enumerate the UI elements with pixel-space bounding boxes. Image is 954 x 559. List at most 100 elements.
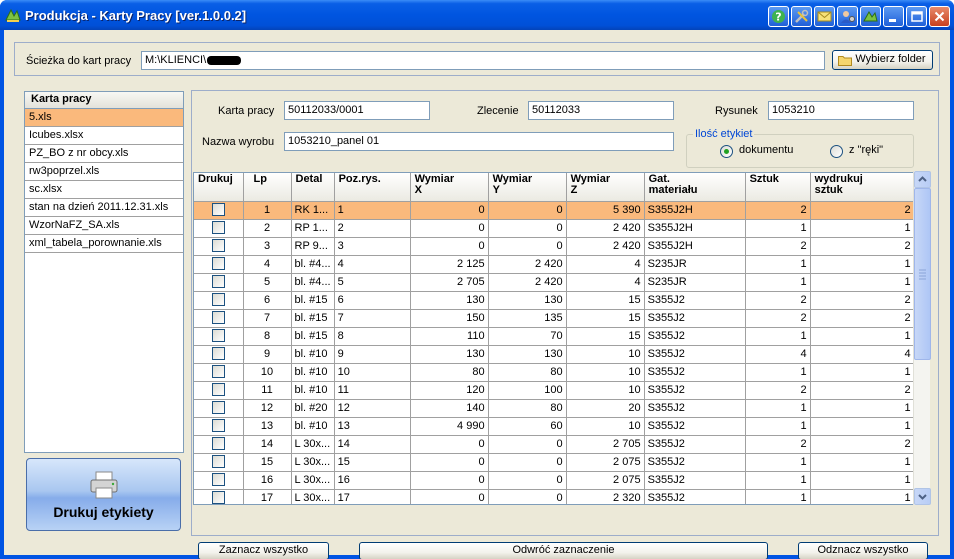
cell-poz[interactable]: 3	[334, 237, 411, 256]
cell-poz[interactable]: 9	[334, 345, 411, 364]
cell-sztuk[interactable]: 2	[745, 309, 811, 328]
cell-sztuk[interactable]: 4	[745, 345, 811, 364]
cell-poz[interactable]: 11	[334, 381, 411, 400]
cell-wymiar-x[interactable]: 130	[410, 291, 489, 310]
col-wydrukuj[interactable]: wydrukuj sztuk	[810, 173, 915, 202]
cell-wymiar-z[interactable]: 15	[566, 309, 645, 328]
cell-wymiar-y[interactable]: 0	[488, 435, 567, 454]
cell-wydrukuj[interactable]: 1	[810, 327, 915, 346]
cell-wydrukuj[interactable]: 2	[810, 309, 915, 328]
print-checkbox[interactable]	[211, 239, 225, 253]
col-lp[interactable]: Lp	[243, 173, 292, 202]
scroll-up-button[interactable]	[914, 171, 931, 188]
cell-wydrukuj[interactable]: 1	[810, 273, 915, 292]
cell-wydrukuj[interactable]: 2	[810, 381, 915, 400]
print-checkbox[interactable]	[211, 311, 225, 325]
cell-lp[interactable]: 1	[243, 201, 292, 220]
cell-poz[interactable]: 16	[334, 471, 411, 490]
cell-poz[interactable]: 15	[334, 453, 411, 472]
cell-sztuk[interactable]: 1	[745, 489, 811, 504]
col-drukuj[interactable]: Drukuj	[194, 173, 244, 202]
cell-lp[interactable]: 15	[243, 453, 292, 472]
user-button[interactable]	[837, 6, 858, 27]
cell-wymiar-x[interactable]: 150	[410, 309, 489, 328]
tools-button[interactable]	[791, 6, 812, 27]
cell-material[interactable]: S355J2	[644, 453, 746, 472]
cell-wymiar-y[interactable]: 0	[488, 471, 567, 490]
cell-poz[interactable]: 13	[334, 417, 411, 436]
rysunek-field[interactable]: 1053210	[768, 101, 914, 120]
cell-wymiar-y[interactable]: 0	[488, 453, 567, 472]
cell-wymiar-y[interactable]: 0	[488, 489, 567, 504]
cell-sztuk[interactable]: 2	[745, 435, 811, 454]
file-list-item[interactable]: WzorNaFZ_SA.xls	[25, 217, 183, 235]
col-wymiar-x[interactable]: Wymiar X	[410, 173, 489, 202]
cell-detal[interactable]: bl. #15	[291, 309, 335, 328]
cell-lp[interactable]: 12	[243, 399, 292, 418]
table-row[interactable]: 15 L 30x... 15 0 0 2 075 S355J2 1 1	[194, 453, 915, 472]
cell-wydrukuj[interactable]: 1	[810, 399, 915, 418]
cell-lp[interactable]: 6	[243, 291, 292, 310]
select-all-button[interactable]: Zaznacz wszystko	[198, 542, 329, 559]
cell-material[interactable]: S355J2	[644, 489, 746, 504]
invert-selection-button[interactable]: Odwróć zaznaczenie	[359, 542, 768, 559]
cell-detal[interactable]: bl. #15	[291, 327, 335, 346]
cell-detal[interactable]: RP 1...	[291, 219, 335, 238]
cell-detal[interactable]: bl. #20	[291, 399, 335, 418]
cell-lp[interactable]: 9	[243, 345, 292, 364]
cell-detal[interactable]: bl. #10	[291, 381, 335, 400]
cell-material[interactable]: S355J2	[644, 435, 746, 454]
col-poz[interactable]: Poz.rys.	[334, 173, 411, 202]
table-row[interactable]: 11 bl. #10 11 120 100 10 S355J2 2 2	[194, 381, 915, 400]
cell-wymiar-x[interactable]: 0	[410, 201, 489, 220]
cell-wydrukuj[interactable]: 2	[810, 237, 915, 256]
cell-wymiar-z[interactable]: 10	[566, 417, 645, 436]
cell-sztuk[interactable]: 2	[745, 381, 811, 400]
table-row[interactable]: 14 L 30x... 14 0 0 2 705 S355J2 2 2	[194, 435, 915, 454]
print-checkbox[interactable]	[211, 293, 225, 307]
cell-lp[interactable]: 2	[243, 219, 292, 238]
cell-wymiar-z[interactable]: 2 320	[566, 489, 645, 504]
scroll-thumb[interactable]	[914, 188, 931, 360]
print-checkbox[interactable]	[211, 455, 225, 469]
file-list-item[interactable]: rw3poprzel.xls	[25, 163, 183, 181]
cell-wymiar-z[interactable]: 15	[566, 291, 645, 310]
cell-sztuk[interactable]: 1	[745, 399, 811, 418]
file-list-item[interactable]: xml_tabela_porownanie.xls	[25, 235, 183, 253]
print-checkbox[interactable]	[211, 221, 225, 235]
cell-detal[interactable]: L 30x...	[291, 453, 335, 472]
cell-wymiar-x[interactable]: 0	[410, 435, 489, 454]
cell-material[interactable]: S355J2H	[644, 201, 746, 220]
cell-wymiar-x[interactable]: 0	[410, 453, 489, 472]
path-input[interactable]: M:\KLIENCI\	[141, 51, 825, 70]
cell-wymiar-x[interactable]: 140	[410, 399, 489, 418]
print-checkbox[interactable]	[211, 203, 225, 217]
cell-lp[interactable]: 4	[243, 255, 292, 274]
mail-button[interactable]	[814, 6, 835, 27]
cell-material[interactable]: S355J2	[644, 381, 746, 400]
app-button[interactable]	[860, 6, 881, 27]
cell-wymiar-z[interactable]: 5 390	[566, 201, 645, 220]
cell-wymiar-y[interactable]: 80	[488, 363, 567, 382]
cell-poz[interactable]: 10	[334, 363, 411, 382]
table-row[interactable]: 5 bl. #4... 5 2 705 2 420 4 S235JR 1 1	[194, 273, 915, 292]
cell-wymiar-x[interactable]: 110	[410, 327, 489, 346]
col-wymiar-z[interactable]: Wymiar Z	[566, 173, 645, 202]
cell-sztuk[interactable]: 1	[745, 471, 811, 490]
cell-poz[interactable]: 4	[334, 255, 411, 274]
print-checkbox[interactable]	[211, 329, 225, 343]
cell-wymiar-y[interactable]: 70	[488, 327, 567, 346]
col-sztuk[interactable]: Sztuk	[745, 173, 811, 202]
cell-wymiar-y[interactable]: 80	[488, 399, 567, 418]
cell-wydrukuj[interactable]: 1	[810, 453, 915, 472]
cell-poz[interactable]: 7	[334, 309, 411, 328]
cell-wymiar-z[interactable]: 10	[566, 363, 645, 382]
cell-sztuk[interactable]: 1	[745, 453, 811, 472]
cell-poz[interactable]: 5	[334, 273, 411, 292]
cell-wymiar-x[interactable]: 120	[410, 381, 489, 400]
radio-document[interactable]	[720, 145, 733, 158]
cell-wymiar-z[interactable]: 15	[566, 327, 645, 346]
cell-material[interactable]: S355J2	[644, 309, 746, 328]
cell-wymiar-x[interactable]: 0	[410, 219, 489, 238]
cell-lp[interactable]: 3	[243, 237, 292, 256]
